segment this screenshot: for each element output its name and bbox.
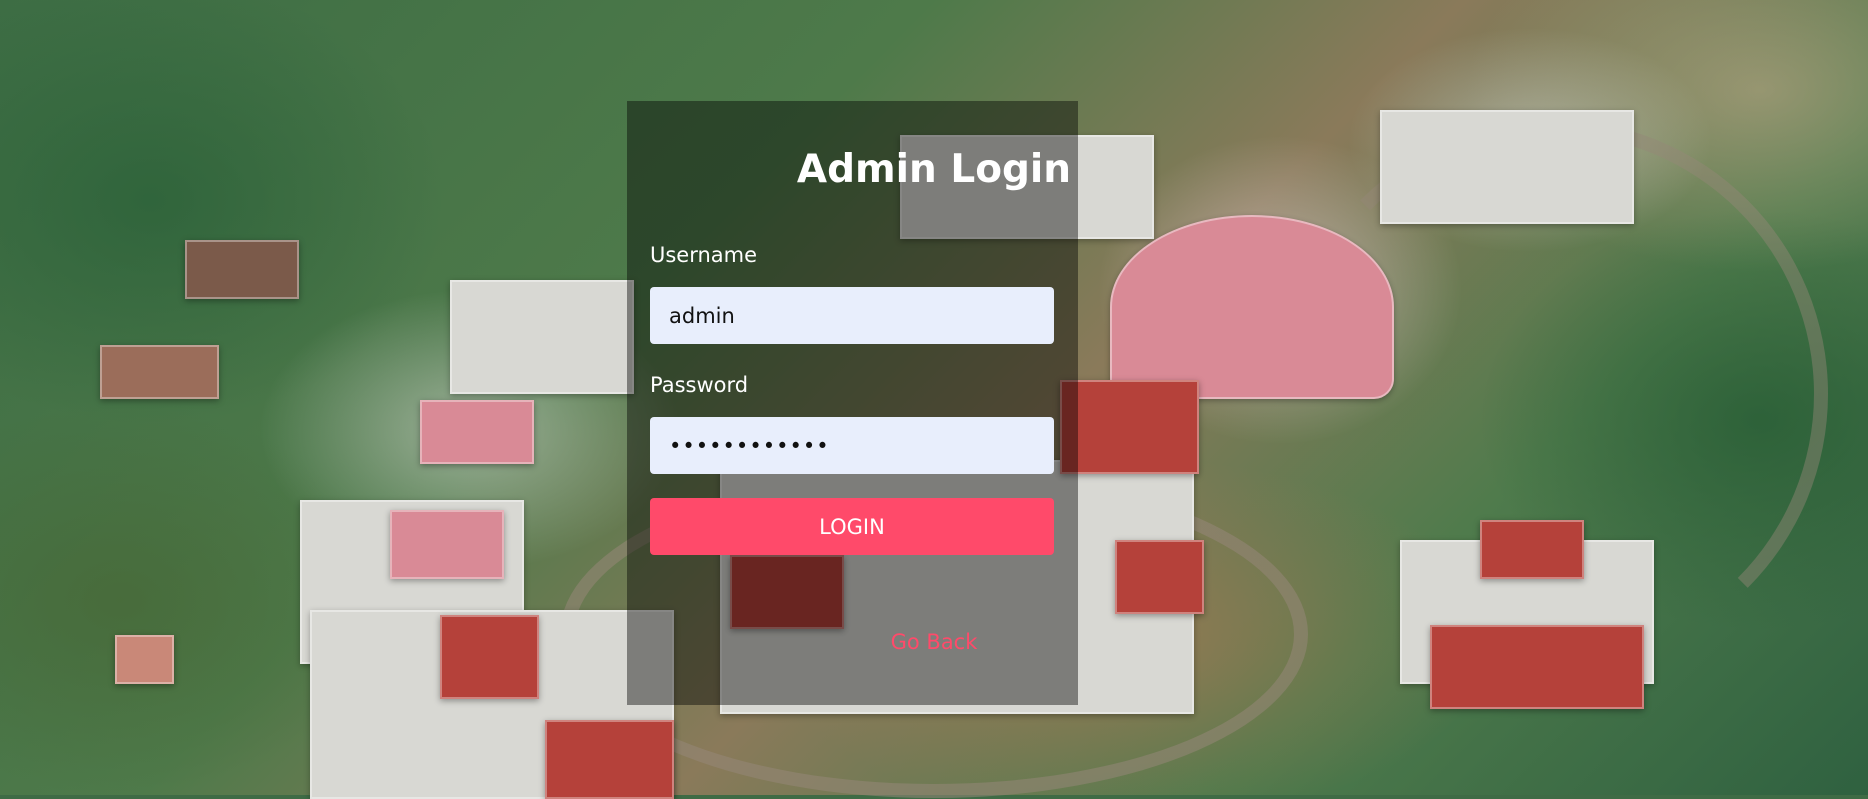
password-label: Password [650,373,749,397]
building [390,510,504,579]
building [450,280,634,394]
building-rotunda [1110,215,1394,399]
login-button[interactable]: LOGIN [650,498,1054,555]
page-title: Admin Login [796,147,1072,192]
go-back-link[interactable]: Go Back [0,630,1868,654]
building [440,615,539,699]
building [1480,520,1584,579]
password-input[interactable] [650,417,1054,474]
username-label: Username [650,243,758,267]
building [420,400,534,464]
building [545,720,674,799]
building [100,345,219,399]
username-input[interactable] [650,287,1054,344]
building [1115,540,1204,614]
building [185,240,299,299]
building [1060,380,1199,474]
